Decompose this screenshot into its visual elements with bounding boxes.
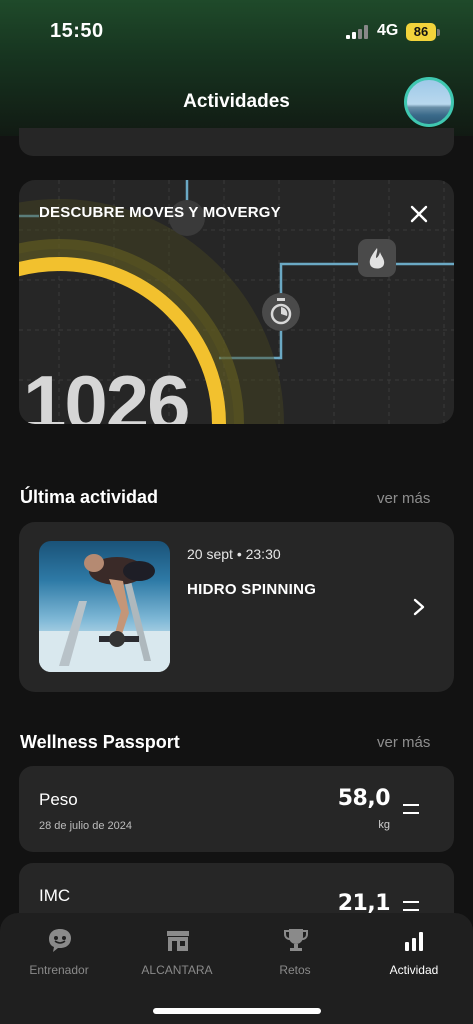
trophy-icon bbox=[284, 929, 308, 951]
store-icon bbox=[167, 931, 189, 951]
previous-card[interactable] bbox=[19, 128, 454, 156]
tab-alcantara[interactable]: ALCANTARA bbox=[118, 913, 236, 993]
avatar[interactable] bbox=[404, 77, 454, 127]
metric-label: IMC bbox=[39, 886, 71, 905]
spinning-image bbox=[39, 554, 170, 672]
tab-retos[interactable]: Retos bbox=[236, 913, 354, 993]
chat-face-icon bbox=[49, 929, 71, 952]
activity-card[interactable]: 20 sept • 23:30 HIDRO SPINNING bbox=[19, 522, 454, 692]
metric-date: 28 de julio de 2024 bbox=[39, 820, 132, 832]
promo-number: 1026 bbox=[23, 359, 191, 424]
promo-card[interactable]: 1026 DESCUBRE MOVES Y MOVERGY bbox=[19, 180, 454, 424]
wellness-title: Wellness Passport bbox=[20, 732, 180, 752]
metric-value: 58,0 bbox=[337, 786, 391, 811]
status-time: 15:50 bbox=[50, 20, 104, 42]
tab-entrenador[interactable]: Entrenador bbox=[0, 913, 118, 993]
tab-actividad[interactable]: Actividad bbox=[355, 913, 473, 993]
close-icon[interactable] bbox=[407, 202, 431, 226]
metric-unit: kg bbox=[378, 819, 390, 831]
battery-nub bbox=[437, 29, 440, 36]
tab-label: Actividad bbox=[389, 963, 439, 977]
page-title: Actividades bbox=[183, 91, 290, 112]
activity-date: 20 sept • 23:30 bbox=[187, 546, 281, 562]
chevron-right-icon[interactable] bbox=[411, 598, 427, 616]
battery-icon: 86 bbox=[406, 23, 436, 41]
promo-title: DESCUBRE MOVES Y MOVERGY bbox=[39, 204, 281, 221]
bar-chart-icon bbox=[405, 932, 423, 951]
network-type: 4G bbox=[377, 22, 399, 39]
activity-thumbnail bbox=[39, 541, 170, 672]
metric-label: Peso bbox=[39, 790, 78, 809]
tab-label: Retos bbox=[279, 963, 311, 977]
wellness-see-more-link[interactable]: ver más bbox=[377, 734, 430, 751]
header: 15:50 4G 86 Actividades bbox=[0, 0, 473, 136]
equal-icon bbox=[403, 804, 419, 816]
metric-card-weight[interactable]: Peso 28 de julio de 2024 58,0 kg bbox=[19, 766, 454, 852]
tab-label: ALCANTARA bbox=[141, 963, 213, 977]
last-activity-see-more-link[interactable]: ver más bbox=[377, 490, 430, 507]
activity-name: HIDRO SPINNING bbox=[187, 581, 317, 598]
equal-icon bbox=[403, 901, 419, 913]
last-activity-title: Última actividad bbox=[20, 487, 159, 507]
home-indicator bbox=[153, 1008, 321, 1014]
tab-label: Entrenador bbox=[29, 963, 89, 977]
signal-icon bbox=[346, 25, 368, 39]
